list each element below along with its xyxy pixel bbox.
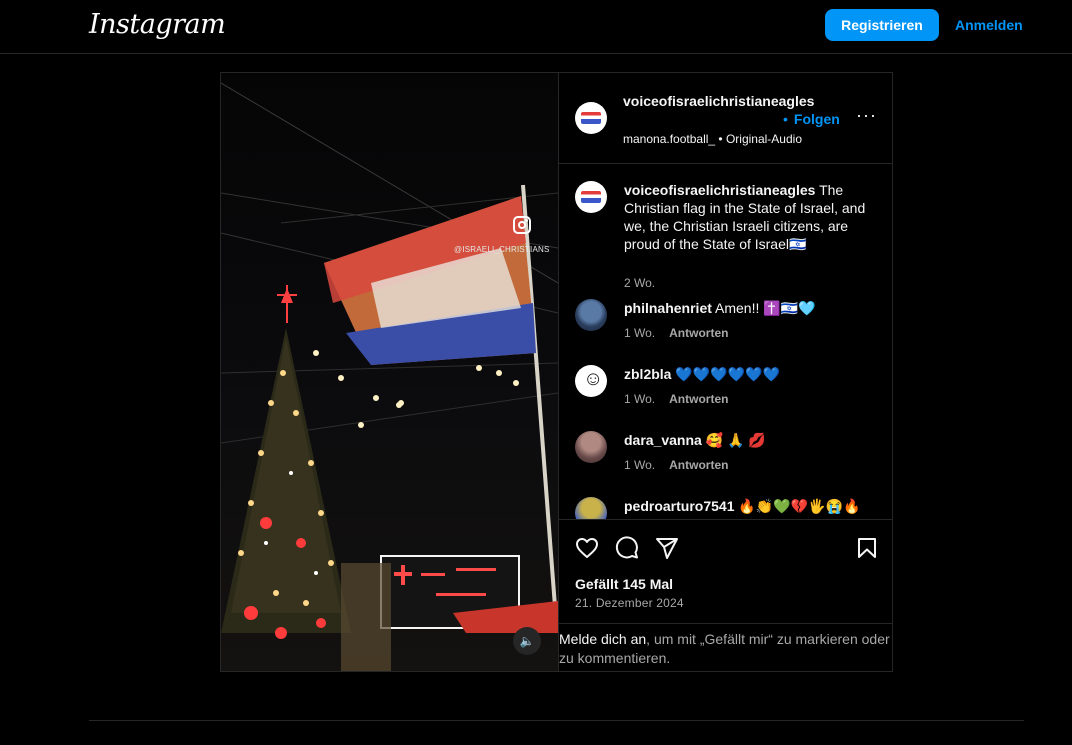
- comment-username[interactable]: dara_vanna: [624, 432, 702, 448]
- follow-dot: •: [783, 111, 788, 127]
- bookmark-icon[interactable]: [855, 536, 879, 560]
- post-sidebar: voiceofisraelichristianeagles • Folgen ··…: [558, 73, 893, 671]
- comment-username[interactable]: pedroarturo7541: [624, 498, 734, 514]
- author-avatar[interactable]: [575, 102, 607, 134]
- comment-username[interactable]: philnahenriet: [624, 300, 712, 316]
- video-frame: [221, 82, 558, 671]
- login-prompt: Melde dich an, um mit „Gefällt mir“ zu m…: [559, 623, 893, 671]
- more-options-icon[interactable]: ···: [856, 105, 877, 126]
- share-icon[interactable]: [655, 536, 679, 560]
- comment-icon[interactable]: [615, 536, 639, 560]
- caption-text: voiceofisraelichristianeagles The Christ…: [624, 181, 874, 253]
- comment-meta: 1 Wo. Antworten: [624, 392, 728, 406]
- comment-time: 1 Wo.: [624, 326, 656, 340]
- comment-body: Amen!! ✝️🇮🇱🩵: [711, 300, 816, 316]
- comment-body: 💙💙💙💙💙💙: [671, 366, 780, 382]
- login-link[interactable]: Anmelden: [955, 9, 1023, 41]
- footer-divider: [89, 720, 1024, 721]
- register-button[interactable]: Registrieren: [825, 9, 939, 41]
- login-prompt-link[interactable]: Melde dich an: [559, 631, 646, 647]
- audio-user-link[interactable]: manona.football_: [623, 132, 715, 146]
- author-username[interactable]: voiceofisraelichristianeagles: [623, 92, 814, 110]
- video-watermark-text: @ISRAELI_CHRISTIANS: [454, 245, 550, 254]
- reply-button[interactable]: Antworten: [669, 326, 728, 340]
- follow-label: Folgen: [793, 111, 840, 127]
- comment-meta: 1 Wo. Antworten: [624, 458, 728, 472]
- comment-text: pedroarturo7541 🔥👏💚💔🖐😭🔥: [624, 497, 874, 515]
- heart-icon[interactable]: [575, 536, 599, 560]
- comment-text: philnahenriet Amen!! ✝️🇮🇱🩵: [624, 299, 874, 317]
- post-container: @ISRAELI_CHRISTIANS 🔈 voiceofisraelichri…: [220, 72, 893, 672]
- comment-text: zbl2bla 💙💙💙💙💙💙: [624, 365, 874, 383]
- post-header: voiceofisraelichristianeagles • Folgen ··…: [559, 73, 893, 164]
- commenter-avatar[interactable]: [575, 431, 607, 463]
- list-item: dara_vanna 🥰 🙏 💋 1 Wo. Antworten: [559, 431, 893, 481]
- comment-meta: 1 Wo. Antworten: [624, 326, 728, 340]
- list-item: pedroarturo7541 🔥👏💚💔🖐😭🔥: [559, 497, 893, 519]
- instagram-watermark-icon: [513, 216, 531, 234]
- post-video[interactable]: @ISRAELI_CHRISTIANS 🔈: [221, 73, 558, 671]
- instagram-logo[interactable]: Instagram: [89, 9, 226, 40]
- commenter-avatar[interactable]: [575, 497, 607, 519]
- caption-avatar[interactable]: [575, 181, 607, 213]
- audio-info: manona.football_ • Original-Audio: [623, 132, 802, 146]
- comment-text: dara_vanna 🥰 🙏 💋: [624, 431, 874, 449]
- caption: voiceofisraelichristianeagles The Christ…: [559, 181, 893, 290]
- comment-body: 🔥👏💚💔🖐😭🔥: [734, 498, 861, 514]
- caption-time: 2 Wo.: [624, 276, 656, 290]
- commenter-avatar[interactable]: [575, 365, 607, 397]
- comment-username[interactable]: zbl2bla: [624, 366, 671, 382]
- speaker-icon[interactable]: 🔈: [513, 627, 541, 655]
- reply-button[interactable]: Antworten: [669, 458, 728, 472]
- commenter-avatar[interactable]: [575, 299, 607, 331]
- comment-time: 1 Wo.: [624, 392, 656, 406]
- post-date: 21. Dezember 2024: [575, 596, 684, 610]
- comment-time: 1 Wo.: [624, 458, 656, 472]
- comment-body: 🥰 🙏 💋: [701, 432, 766, 448]
- top-bar: Instagram Registrieren Anmelden: [0, 0, 1072, 54]
- list-item: zbl2bla 💙💙💙💙💙💙 1 Wo. Antworten: [559, 365, 893, 415]
- caption-username[interactable]: voiceofisraelichristianeagles: [624, 182, 815, 198]
- comments-list[interactable]: voiceofisraelichristianeagles The Christ…: [559, 165, 893, 519]
- list-item: philnahenriet Amen!! ✝️🇮🇱🩵 1 Wo. Antworte…: [559, 299, 893, 349]
- follow-button[interactable]: • Folgen: [783, 111, 840, 127]
- likes-count[interactable]: Gefällt 145 Mal: [575, 576, 673, 592]
- post-actions: Gefällt 145 Mal 21. Dezember 2024: [559, 519, 893, 623]
- reply-button[interactable]: Antworten: [669, 392, 728, 406]
- audio-separator: •: [715, 132, 726, 146]
- original-audio-link[interactable]: Original-Audio: [726, 132, 802, 146]
